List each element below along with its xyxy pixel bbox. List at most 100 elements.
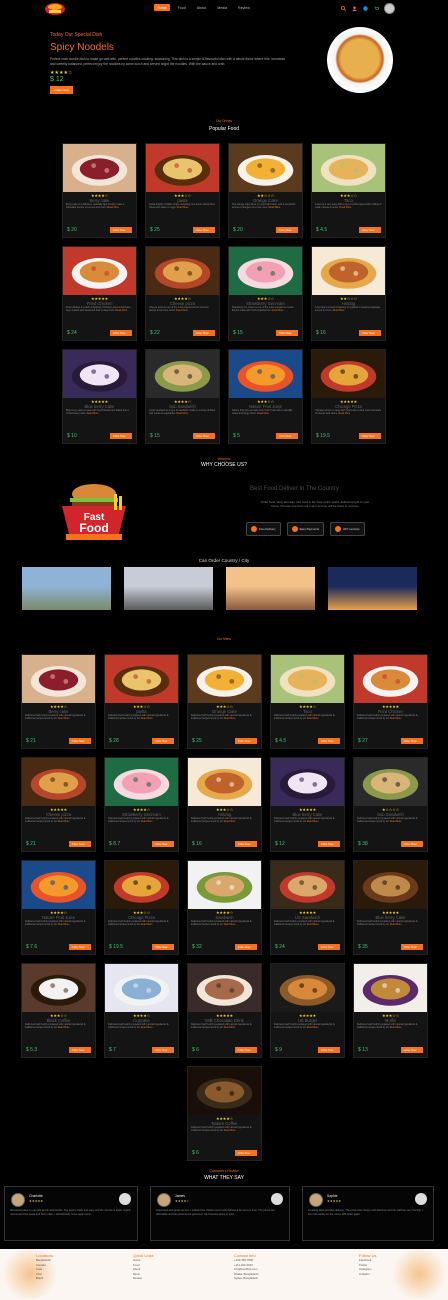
footer-link[interactable]: LinkedIn	[359, 1272, 377, 1277]
read-more-link[interactable]: Read More	[141, 717, 153, 720]
cart-icon: 🛒	[125, 228, 129, 232]
food-description-text: The orange cake flavor is very bright fr…	[232, 203, 296, 210]
order-now-button[interactable]: Order Now 🛒	[317, 738, 340, 744]
order-now-button[interactable]: Order Now 🛒	[275, 433, 298, 439]
order-now-button[interactable]: Order Now 🛒	[275, 330, 298, 336]
read-more-link[interactable]: Read More	[224, 717, 236, 720]
read-more-link[interactable]: Read More	[307, 820, 319, 823]
footer-link[interactable]: Bangladesh	[36, 1258, 53, 1263]
city-image[interactable]	[226, 567, 315, 610]
read-more-link[interactable]: Read More	[307, 923, 319, 926]
nav-link-review[interactable]: Review	[235, 4, 253, 11]
food-image	[146, 144, 219, 192]
nav-link-media[interactable]: Media	[214, 4, 230, 11]
order-now-button[interactable]: Order Now 🛒	[234, 944, 257, 950]
nav-link-food[interactable]: Food	[175, 4, 189, 11]
order-now-button[interactable]: Order Now 🛒	[234, 1047, 257, 1053]
read-more-link[interactable]: Read More	[58, 717, 70, 720]
footer-link[interactable]: Sylhet, Bangladesh	[234, 1276, 258, 1281]
read-more-link[interactable]: Read More	[141, 820, 153, 823]
order-now-button[interactable]: Order Now 🛒	[400, 738, 423, 744]
read-more-link[interactable]: Read More	[257, 412, 269, 415]
order-now-button[interactable]: Order Now 🛒	[192, 227, 215, 233]
read-more-link[interactable]: Read More	[307, 1026, 319, 1029]
order-now-button[interactable]: Order Now 🛒	[358, 330, 381, 336]
order-now-button[interactable]: Order Now 🛒	[68, 1047, 91, 1053]
read-more-link[interactable]: Read More	[390, 1026, 402, 1029]
order-now-button[interactable]: Order Now 🛒	[151, 1047, 174, 1053]
read-more-link[interactable]: Read More	[141, 1026, 153, 1029]
order-now-button[interactable]: Order Now 🛒	[151, 841, 174, 847]
read-more-link[interactable]: Read More	[307, 717, 319, 720]
read-more-link[interactable]: Read More	[176, 412, 188, 415]
cart-icon[interactable]	[373, 6, 379, 12]
read-more-link[interactable]: Read More	[115, 309, 127, 312]
read-more-link[interactable]: Read More	[333, 309, 345, 312]
order-now-button[interactable]: Order Now 🛒	[234, 841, 257, 847]
search-icon[interactable]	[340, 6, 346, 12]
order-now-button[interactable]: Order Now 🛒	[317, 944, 340, 950]
read-more-link[interactable]: Read More	[224, 1129, 236, 1132]
order-now-button[interactable]: Order Now 🛒	[234, 1150, 257, 1156]
read-more-link[interactable]: Read More	[390, 820, 402, 823]
read-more-link[interactable]: Read More	[58, 820, 70, 823]
order-now-button[interactable]: Order Now 🛒	[151, 738, 174, 744]
read-more-link[interactable]: Read More	[107, 206, 119, 209]
read-more-link[interactable]: Read More	[390, 717, 402, 720]
order-now-button[interactable]: Order Now 🛒	[68, 738, 91, 744]
city-image[interactable]	[22, 567, 111, 610]
order-now-button[interactable]: Order Now 🛒	[109, 433, 132, 439]
avatar[interactable]	[384, 3, 395, 14]
food-image	[22, 758, 95, 806]
heart-icon[interactable]	[362, 6, 368, 12]
nav-link-home[interactable]: Home	[154, 4, 170, 11]
read-more-link[interactable]: Read More	[338, 412, 350, 415]
order-now-button[interactable]: Order Now 🛒	[400, 841, 423, 847]
food-card: ★★★☆☆ Hotdog Delicious food freshly prepar…	[187, 757, 262, 852]
order-now-button[interactable]: Order Now 🛒	[400, 1047, 423, 1053]
order-now-button[interactable]: Order Now 🛒	[192, 330, 215, 336]
order-now-button[interactable]: Order Now 🛒	[317, 841, 340, 847]
order-now-button[interactable]: Order Now 🛒	[68, 841, 91, 847]
logo[interactable]	[44, 2, 66, 16]
order-now-button[interactable]: Order Now 🛒	[358, 433, 381, 439]
order-now-button[interactable]: Order Now 🛒	[109, 330, 132, 336]
footer-link[interactable]: Brazil	[36, 1276, 53, 1281]
order-now-button[interactable]: Order Now 🛒	[151, 944, 174, 950]
read-more-link[interactable]: Read More	[339, 206, 351, 209]
reviews-kicker: Customer's Review	[209, 1169, 239, 1173]
cart-icon: 🛒	[250, 945, 254, 949]
read-more-link[interactable]: Read More	[58, 923, 70, 926]
order-now-button[interactable]: Order Now 🛒	[358, 227, 381, 233]
order-now-button[interactable]: Order Now 🛒	[275, 227, 298, 233]
order-now-button[interactable]: Order Now 🛒	[109, 227, 132, 233]
read-more-link[interactable]: Read More	[224, 923, 236, 926]
read-more-link[interactable]: Read More	[87, 412, 99, 415]
food-price: $ 15	[150, 433, 160, 439]
read-more-link[interactable]: Read More	[390, 923, 402, 926]
order-now-button[interactable]: Order Now 🛒	[68, 944, 91, 950]
why-badges: Free Delivery Easy Payments 24/7 services	[246, 522, 365, 536]
order-now-button[interactable]: Order Now 🛒	[234, 738, 257, 744]
food-card: ★★★★★ Fried Chicken Fried chicken is a dis…	[62, 246, 137, 341]
hero-order-button[interactable]: Order Now	[50, 85, 73, 94]
read-more-link[interactable]: Read More	[224, 820, 236, 823]
order-now-button[interactable]: Order Now 🛒	[317, 1047, 340, 1053]
read-more-link[interactable]: Read More	[269, 206, 281, 209]
order-now-label: Order Now	[195, 228, 209, 232]
user-icon[interactable]	[351, 6, 357, 12]
read-more-link[interactable]: Read More	[272, 309, 284, 312]
nav-link-about[interactable]: About	[194, 4, 209, 11]
city-image[interactable]	[124, 567, 213, 610]
order-now-button[interactable]: Order Now 🛒	[400, 944, 423, 950]
food-description: The orange cake flavor is very bright fr…	[229, 203, 302, 213]
city-image[interactable]	[328, 567, 417, 610]
read-more-link[interactable]: Read More	[58, 1026, 70, 1029]
read-more-link[interactable]: Read More	[176, 309, 188, 312]
footer-link[interactable]: Review	[133, 1276, 154, 1281]
read-more-link[interactable]: Read More	[141, 923, 153, 926]
order-now-button[interactable]: Order Now 🛒	[192, 433, 215, 439]
read-more-link[interactable]: Read More	[177, 206, 189, 209]
read-more-link[interactable]: Read More	[224, 1026, 236, 1029]
why-text: Order food, tasty fast way. Our food is …	[260, 500, 370, 508]
